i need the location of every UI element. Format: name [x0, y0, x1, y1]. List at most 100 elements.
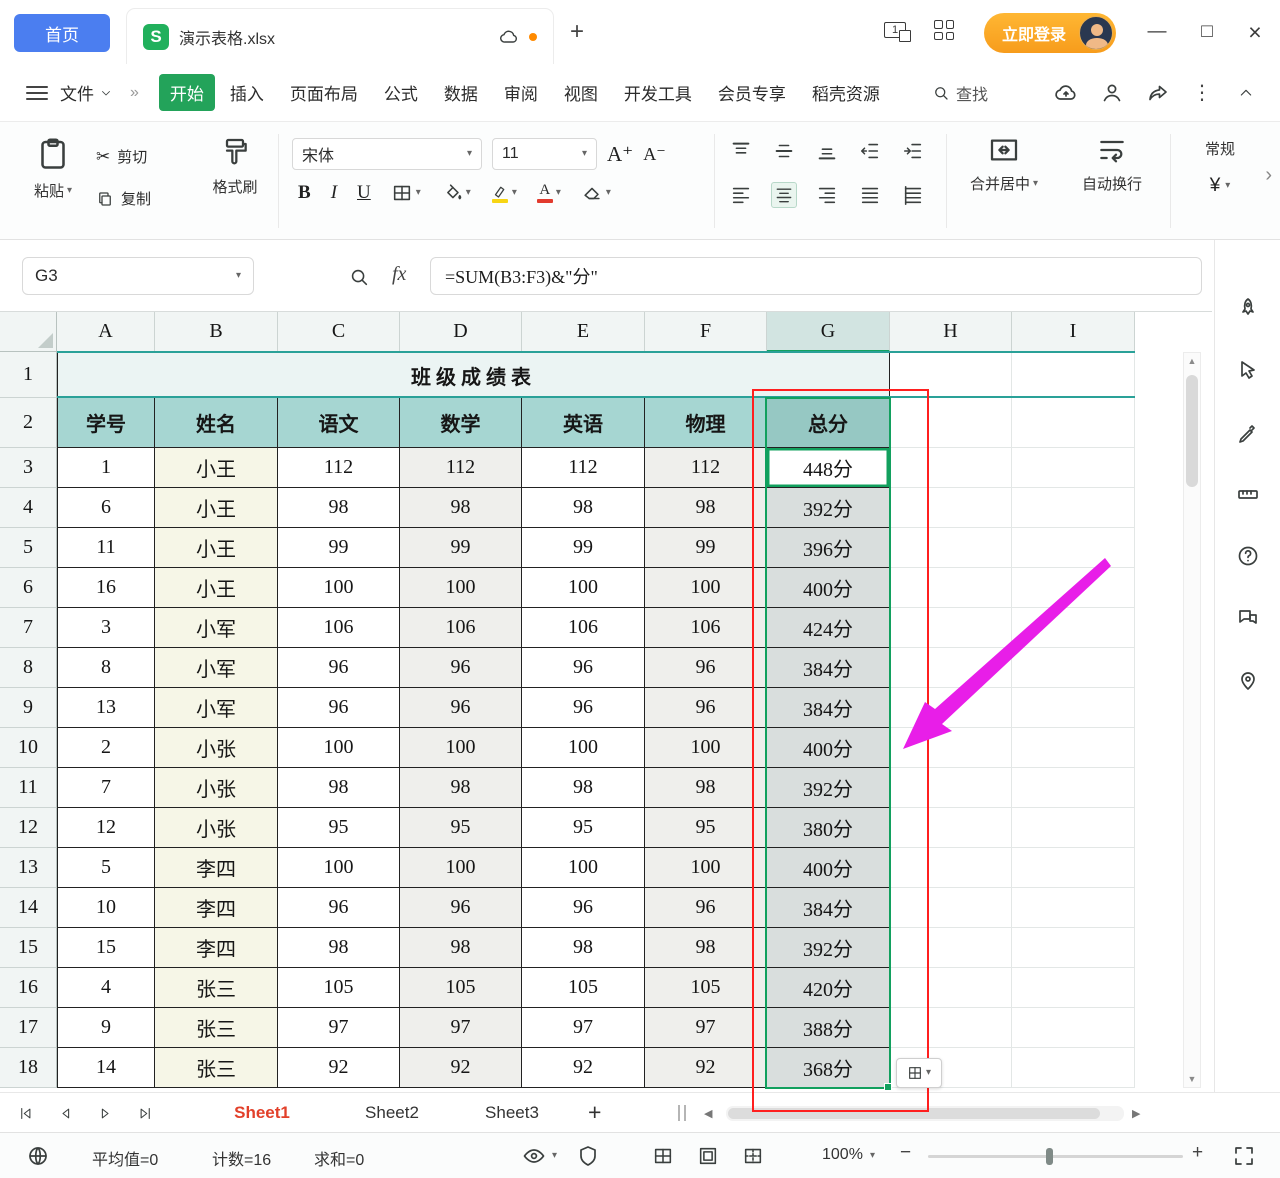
row-header-7[interactable]: 7: [0, 608, 57, 648]
cell-G18[interactable]: 368分: [767, 1048, 890, 1088]
zoom-formula-icon[interactable]: [348, 266, 370, 288]
cell-F9[interactable]: 96: [645, 688, 767, 728]
column-header-G[interactable]: G: [767, 312, 890, 352]
italic-button[interactable]: I: [331, 182, 337, 204]
next-sheet-icon[interactable]: [98, 1106, 113, 1121]
caret-down-icon[interactable]: ▾: [870, 1151, 875, 1161]
font-size-select[interactable]: 11▾: [492, 138, 597, 170]
merge-center-button[interactable]: 合并居中▾: [952, 134, 1056, 194]
cell-C9[interactable]: 96: [278, 688, 400, 728]
cell-F4[interactable]: 98: [645, 488, 767, 528]
cell-I13[interactable]: [1012, 848, 1135, 888]
vertical-scrollbar[interactable]: ▲ ▼: [1183, 352, 1201, 1088]
last-sheet-icon[interactable]: [138, 1106, 153, 1121]
cell-C10[interactable]: 100: [278, 728, 400, 768]
cell-G12[interactable]: 380分: [767, 808, 890, 848]
align-middle-icon[interactable]: [771, 138, 797, 164]
ruler-icon[interactable]: [1236, 482, 1260, 506]
row-header-8[interactable]: 8: [0, 648, 57, 688]
cell-B7[interactable]: 小军: [155, 608, 278, 648]
zoom-level[interactable]: 100%: [822, 1146, 863, 1164]
hamburger-menu-icon[interactable]: [26, 82, 48, 104]
more-options-kebab-icon[interactable]: ⋮: [1192, 80, 1212, 105]
cell-C8[interactable]: 96: [278, 648, 400, 688]
zoom-slider-knob[interactable]: [1046, 1148, 1053, 1165]
collapse-ribbon-icon[interactable]: [1238, 85, 1254, 101]
borders-button[interactable]: ▾: [391, 182, 421, 204]
cell-F16[interactable]: 105: [645, 968, 767, 1008]
menu-tab-公式[interactable]: 公式: [373, 74, 429, 111]
cell-D9[interactable]: 96: [400, 688, 522, 728]
sheet-tab-sheet2[interactable]: Sheet2: [332, 1093, 452, 1133]
cell-F18[interactable]: 92: [645, 1048, 767, 1088]
cell-F13[interactable]: 100: [645, 848, 767, 888]
cell-I8[interactable]: [1012, 648, 1135, 688]
cell-D10[interactable]: 100: [400, 728, 522, 768]
cell-I18[interactable]: [1012, 1048, 1135, 1088]
increase-indent-icon[interactable]: [900, 138, 926, 164]
row-header-1[interactable]: 1: [0, 352, 57, 398]
font-color-button[interactable]: A ▾: [537, 183, 561, 203]
cell-D7[interactable]: 106: [400, 608, 522, 648]
document-tab[interactable]: S 演示表格.xlsx: [126, 8, 554, 64]
tab-splitter-handle[interactable]: [678, 1105, 686, 1121]
menu-tab-稻壳资源[interactable]: 稻壳资源: [801, 74, 891, 111]
row-header-14[interactable]: 14: [0, 888, 57, 928]
fullscreen-icon[interactable]: [1232, 1144, 1256, 1168]
wrap-text-button[interactable]: 自动换行: [1062, 134, 1162, 194]
cell-D5[interactable]: 99: [400, 528, 522, 568]
cell-G16[interactable]: 420分: [767, 968, 890, 1008]
cell-E5[interactable]: 99: [522, 528, 645, 568]
cell-I6[interactable]: [1012, 568, 1135, 608]
cell-H10[interactable]: [890, 728, 1012, 768]
ribbon-overflow-button[interactable]: ›: [1265, 164, 1272, 187]
cell-D11[interactable]: 98: [400, 768, 522, 808]
cell-D18[interactable]: 92: [400, 1048, 522, 1088]
cell-G10[interactable]: 400分: [767, 728, 890, 768]
bold-button[interactable]: B: [298, 182, 311, 204]
cell-F11[interactable]: 98: [645, 768, 767, 808]
cell-H16[interactable]: [890, 968, 1012, 1008]
align-bottom-icon[interactable]: [814, 138, 840, 164]
sheet-tab-sheet1[interactable]: Sheet1: [192, 1093, 332, 1133]
highlight-color-button[interactable]: ▾: [491, 184, 517, 203]
row-header-4[interactable]: 4: [0, 488, 57, 528]
select-all-corner[interactable]: [0, 312, 57, 352]
row-header-18[interactable]: 18: [0, 1048, 57, 1088]
cell-D3[interactable]: 112: [400, 448, 522, 488]
row-header-16[interactable]: 16: [0, 968, 57, 1008]
cell-C17[interactable]: 97: [278, 1008, 400, 1048]
cell-H15[interactable]: [890, 928, 1012, 968]
cell-C5[interactable]: 99: [278, 528, 400, 568]
cell-E12[interactable]: 95: [522, 808, 645, 848]
cell-C14[interactable]: 96: [278, 888, 400, 928]
cell-H1[interactable]: [890, 352, 1012, 398]
fill-options-button[interactable]: ▾: [896, 1058, 942, 1088]
cell-B18[interactable]: 张三: [155, 1048, 278, 1088]
cell-I1[interactable]: [1012, 352, 1135, 398]
cell-A18[interactable]: 14: [57, 1048, 155, 1088]
cell-D12[interactable]: 95: [400, 808, 522, 848]
cell-F12[interactable]: 95: [645, 808, 767, 848]
number-format-select[interactable]: 常规: [1178, 138, 1262, 159]
eraser-button[interactable]: ▾: [581, 182, 611, 204]
cell-I9[interactable]: [1012, 688, 1135, 728]
cell-C3[interactable]: 112: [278, 448, 400, 488]
scroll-down-icon[interactable]: ▼: [1184, 1074, 1200, 1084]
cell-H8[interactable]: [890, 648, 1012, 688]
distributed-align-icon[interactable]: [900, 182, 926, 208]
home-button[interactable]: 首页: [14, 14, 110, 52]
cell-mode-globe-icon[interactable]: [26, 1144, 50, 1168]
cell-A16[interactable]: 4: [57, 968, 155, 1008]
cell-I15[interactable]: [1012, 928, 1135, 968]
menu-tab-页面布局[interactable]: 页面布局: [279, 74, 369, 111]
scroll-up-icon[interactable]: ▲: [1184, 356, 1200, 366]
cell-A4[interactable]: 6: [57, 488, 155, 528]
help-icon[interactable]: [1236, 544, 1260, 568]
cell-C18[interactable]: 92: [278, 1048, 400, 1088]
cell-G11[interactable]: 392分: [767, 768, 890, 808]
cell-E17[interactable]: 97: [522, 1008, 645, 1048]
zoom-in-button[interactable]: +: [1192, 1142, 1203, 1164]
cell-G7[interactable]: 424分: [767, 608, 890, 648]
cell-H14[interactable]: [890, 888, 1012, 928]
